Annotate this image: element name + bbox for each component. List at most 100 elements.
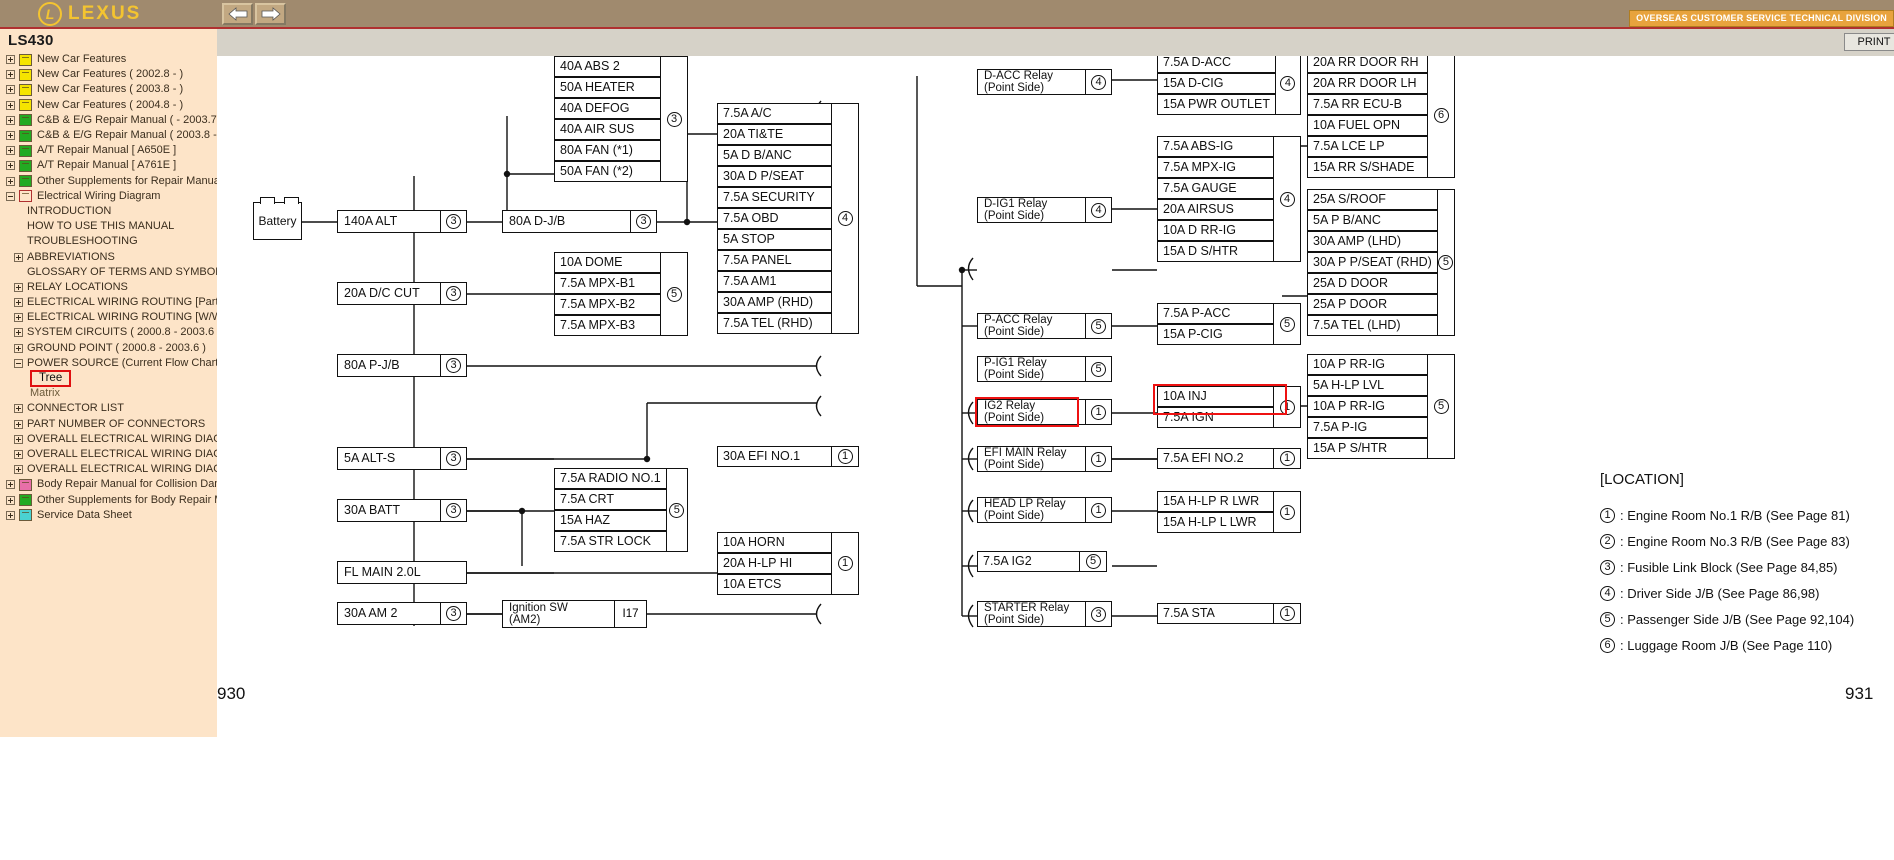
collapse-icon[interactable] bbox=[14, 358, 23, 368]
fuse-cell[interactable]: 80A FAN (*1) bbox=[554, 140, 661, 161]
fuse-cell[interactable]: 7.5A PANEL bbox=[717, 250, 832, 271]
fuse-cell[interactable]: 10A P RR-IG bbox=[1307, 396, 1428, 417]
tree-item[interactable]: ABBREVIATIONS bbox=[0, 249, 217, 264]
fuse-cell[interactable]: 20A AIRSUS bbox=[1157, 199, 1274, 220]
fuse-cell[interactable]: 7.5A MPX-B2 bbox=[554, 294, 661, 315]
fuse-cell[interactable]: 20A RR DOOR LH bbox=[1307, 73, 1428, 94]
tree-item-tree-selected[interactable]: Tree bbox=[0, 370, 217, 388]
expand-icon[interactable] bbox=[6, 480, 15, 490]
fuse-cell[interactable]: 15A P S/HTR bbox=[1307, 438, 1428, 459]
fuse-cell[interactable]: 7.5A D-ACC bbox=[1157, 56, 1276, 73]
fuse-cell[interactable]: 15A D S/HTR bbox=[1157, 241, 1274, 262]
fuse-cell[interactable]: 30A P P/SEAT (RHD) bbox=[1307, 252, 1438, 273]
fuse-cell[interactable]: 15A RR S/SHADE bbox=[1307, 157, 1428, 178]
expand-icon[interactable] bbox=[6, 161, 15, 171]
tree-item[interactable]: A/T Repair Manual [ A761E ] bbox=[0, 158, 217, 173]
expand-icon[interactable] bbox=[14, 282, 23, 292]
fuse-cell[interactable]: 7.5A OBD bbox=[717, 208, 832, 229]
tree-item[interactable]: C&B & E/G Repair Manual ( - 2003.7 ) bbox=[0, 113, 217, 128]
tree-item[interactable]: HOW TO USE THIS MANUAL bbox=[0, 219, 217, 234]
fuse-cell[interactable]: 5A D B/ANC bbox=[717, 145, 832, 166]
tree-item[interactable]: POWER SOURCE (Current Flow Chart) ( 2000… bbox=[0, 356, 217, 371]
fuse-box-140a-alt[interactable]: 140A ALT 3 bbox=[337, 210, 467, 233]
fuse-cell[interactable]: 10A FUEL OPN bbox=[1307, 115, 1428, 136]
fuse-cell[interactable]: 7.5A MPX-B1 bbox=[554, 273, 661, 294]
fuse-box-30a-am2[interactable]: 30A AM 2 3 bbox=[337, 602, 467, 625]
tree-item[interactable]: ELECTRICAL WIRING ROUTING [Parts] bbox=[0, 295, 217, 310]
fuse-cell[interactable]: 10A D RR-IG bbox=[1157, 220, 1274, 241]
expand-icon[interactable] bbox=[6, 510, 15, 520]
fuse-box-80a-p-jb[interactable]: 80A P-J/B 3 bbox=[337, 354, 467, 377]
fuse-box-80a-d-jb[interactable]: 80A D-J/B 3 bbox=[502, 210, 657, 233]
fuse-cell[interactable]: 15A H-LP L LWR bbox=[1157, 512, 1274, 533]
fuse-cell[interactable]: 25A P DOOR bbox=[1307, 294, 1438, 315]
expand-icon[interactable] bbox=[6, 495, 15, 505]
fuse-cell[interactable]: 7.5A P-IG bbox=[1307, 417, 1428, 438]
fuse-cell[interactable]: 7.5A RADIO NO.1 bbox=[554, 468, 667, 489]
ignition-switch-box[interactable]: Ignition SW (AM2) I17 bbox=[502, 600, 647, 628]
expand-icon[interactable] bbox=[14, 343, 23, 353]
fuse-cell[interactable]: 20A RR DOOR RH bbox=[1307, 56, 1428, 73]
expand-icon[interactable] bbox=[6, 100, 15, 110]
expand-icon[interactable] bbox=[14, 298, 23, 308]
fuse-cell[interactable]: 30A AMP (RHD) bbox=[717, 292, 832, 313]
back-button[interactable] bbox=[222, 3, 253, 25]
fuse-cell[interactable]: 10A INJ bbox=[1157, 386, 1274, 407]
fuse-cell[interactable]: 7.5A EFI NO.2 bbox=[1157, 448, 1274, 469]
fuse-cell[interactable]: 5A STOP bbox=[717, 229, 832, 250]
fuse-cell[interactable]: 15A HAZ bbox=[554, 510, 667, 531]
tree-item[interactable]: INTRODUCTION bbox=[0, 204, 217, 219]
expand-icon[interactable] bbox=[6, 131, 15, 141]
fuse-cell[interactable]: 7.5A TEL (RHD) bbox=[717, 313, 832, 334]
expand-icon[interactable] bbox=[6, 85, 15, 95]
forward-button[interactable] bbox=[255, 3, 286, 25]
tree-item[interactable]: New Car Features ( 2002.8 - ) bbox=[0, 67, 217, 82]
fuse-cell[interactable]: 20A TI&TE bbox=[717, 124, 832, 145]
fuse-cell[interactable]: 7.5A AM1 bbox=[717, 271, 832, 292]
fuse-cell[interactable]: 30A AMP (LHD) bbox=[1307, 231, 1438, 252]
fuse-cell[interactable]: 10A P RR-IG bbox=[1307, 354, 1428, 375]
fuse-cell[interactable]: 25A D DOOR bbox=[1307, 273, 1438, 294]
fuse-cell[interactable]: 7.5A MPX-B3 bbox=[554, 315, 661, 336]
fuse-cell[interactable]: 7.5A LCE LP bbox=[1307, 136, 1428, 157]
fuse-cell[interactable]: 7.5A ABS-IG bbox=[1157, 136, 1274, 157]
fuse-cell[interactable]: 7.5A GAUGE bbox=[1157, 178, 1274, 199]
expand-icon[interactable] bbox=[6, 70, 15, 80]
relay-d-ig1[interactable]: D-IG1 Relay (Point Side) 4 bbox=[977, 197, 1112, 223]
tree-item[interactable]: New Car Features ( 2003.8 - ) bbox=[0, 82, 217, 97]
tree-item[interactable]: SYSTEM CIRCUITS ( 2000.8 - 2003.6 ) bbox=[0, 325, 217, 340]
tree-item[interactable]: OVERALL ELECTRICAL WIRING DIAGRAM [RHD] bbox=[0, 462, 217, 477]
print-button[interactable]: PRINT bbox=[1844, 33, 1894, 51]
navigation-sidebar[interactable]: LS430 New Car Features New Car Features (… bbox=[0, 29, 217, 737]
fuse-cell[interactable]: 15A P-CIG bbox=[1157, 324, 1274, 345]
expand-icon[interactable] bbox=[6, 176, 15, 186]
tree-item[interactable]: C&B & E/G Repair Manual ( 2003.8 - ) bbox=[0, 128, 217, 143]
relay-p-acc[interactable]: P-ACC Relay (Point Side) 5 bbox=[977, 313, 1112, 339]
fuse-cell[interactable]: 15A H-LP R LWR bbox=[1157, 491, 1274, 512]
expand-icon[interactable] bbox=[14, 449, 23, 459]
tree-item[interactable]: OVERALL ELECTRICAL WIRING DIAGRAM bbox=[0, 432, 217, 447]
tree-item[interactable]: RELAY LOCATIONS bbox=[0, 280, 217, 295]
fuse-cell[interactable]: 7.5A STA bbox=[1157, 603, 1274, 624]
tree-item[interactable]: Other Supplements for Body Repair Manual bbox=[0, 492, 217, 507]
fuse-cell[interactable]: 7.5A SECURITY bbox=[717, 187, 832, 208]
fuse-cell[interactable]: 30A D P/SEAT bbox=[717, 166, 832, 187]
fuse-cell[interactable]: 15A PWR OUTLET bbox=[1157, 94, 1276, 115]
fuse-box-20a-dc-cut[interactable]: 20A D/C CUT 3 bbox=[337, 282, 467, 305]
tree-item[interactable]: OVERALL ELECTRICAL WIRING DIAGRAM [LHD] bbox=[0, 447, 217, 462]
fuse-cell[interactable]: 10A HORN bbox=[717, 532, 832, 553]
tree-item[interactable]: GROUND POINT ( 2000.8 - 2003.6 ) bbox=[0, 341, 217, 356]
relay-starter[interactable]: STARTER Relay (Point Side) 3 bbox=[977, 601, 1112, 627]
fuse-box-5a-alt-s[interactable]: 5A ALT-S 3 bbox=[337, 447, 467, 470]
tree-item[interactable]: Other Supplements for Repair Manual bbox=[0, 174, 217, 189]
fuse-cell[interactable]: 10A ETCS bbox=[717, 574, 832, 595]
tree-item[interactable]: PART NUMBER OF CONNECTORS bbox=[0, 417, 217, 432]
tree-item[interactable]: ELECTRICAL WIRING ROUTING [W/W, G/P, S/P… bbox=[0, 310, 217, 325]
fuse-cell[interactable]: 40A AIR SUS bbox=[554, 119, 661, 140]
expand-icon[interactable] bbox=[14, 252, 23, 262]
fuse-cell[interactable]: 20A H-LP HI bbox=[717, 553, 832, 574]
relay-ig2[interactable]: IG2 Relay (Point Side) 1 bbox=[977, 399, 1112, 425]
relay-head-lamp[interactable]: HEAD LP Relay (Point Side) 1 bbox=[977, 497, 1112, 523]
expand-icon[interactable] bbox=[14, 404, 23, 414]
tree-item[interactable]: GLOSSARY OF TERMS AND SYMBOLS bbox=[0, 265, 217, 280]
